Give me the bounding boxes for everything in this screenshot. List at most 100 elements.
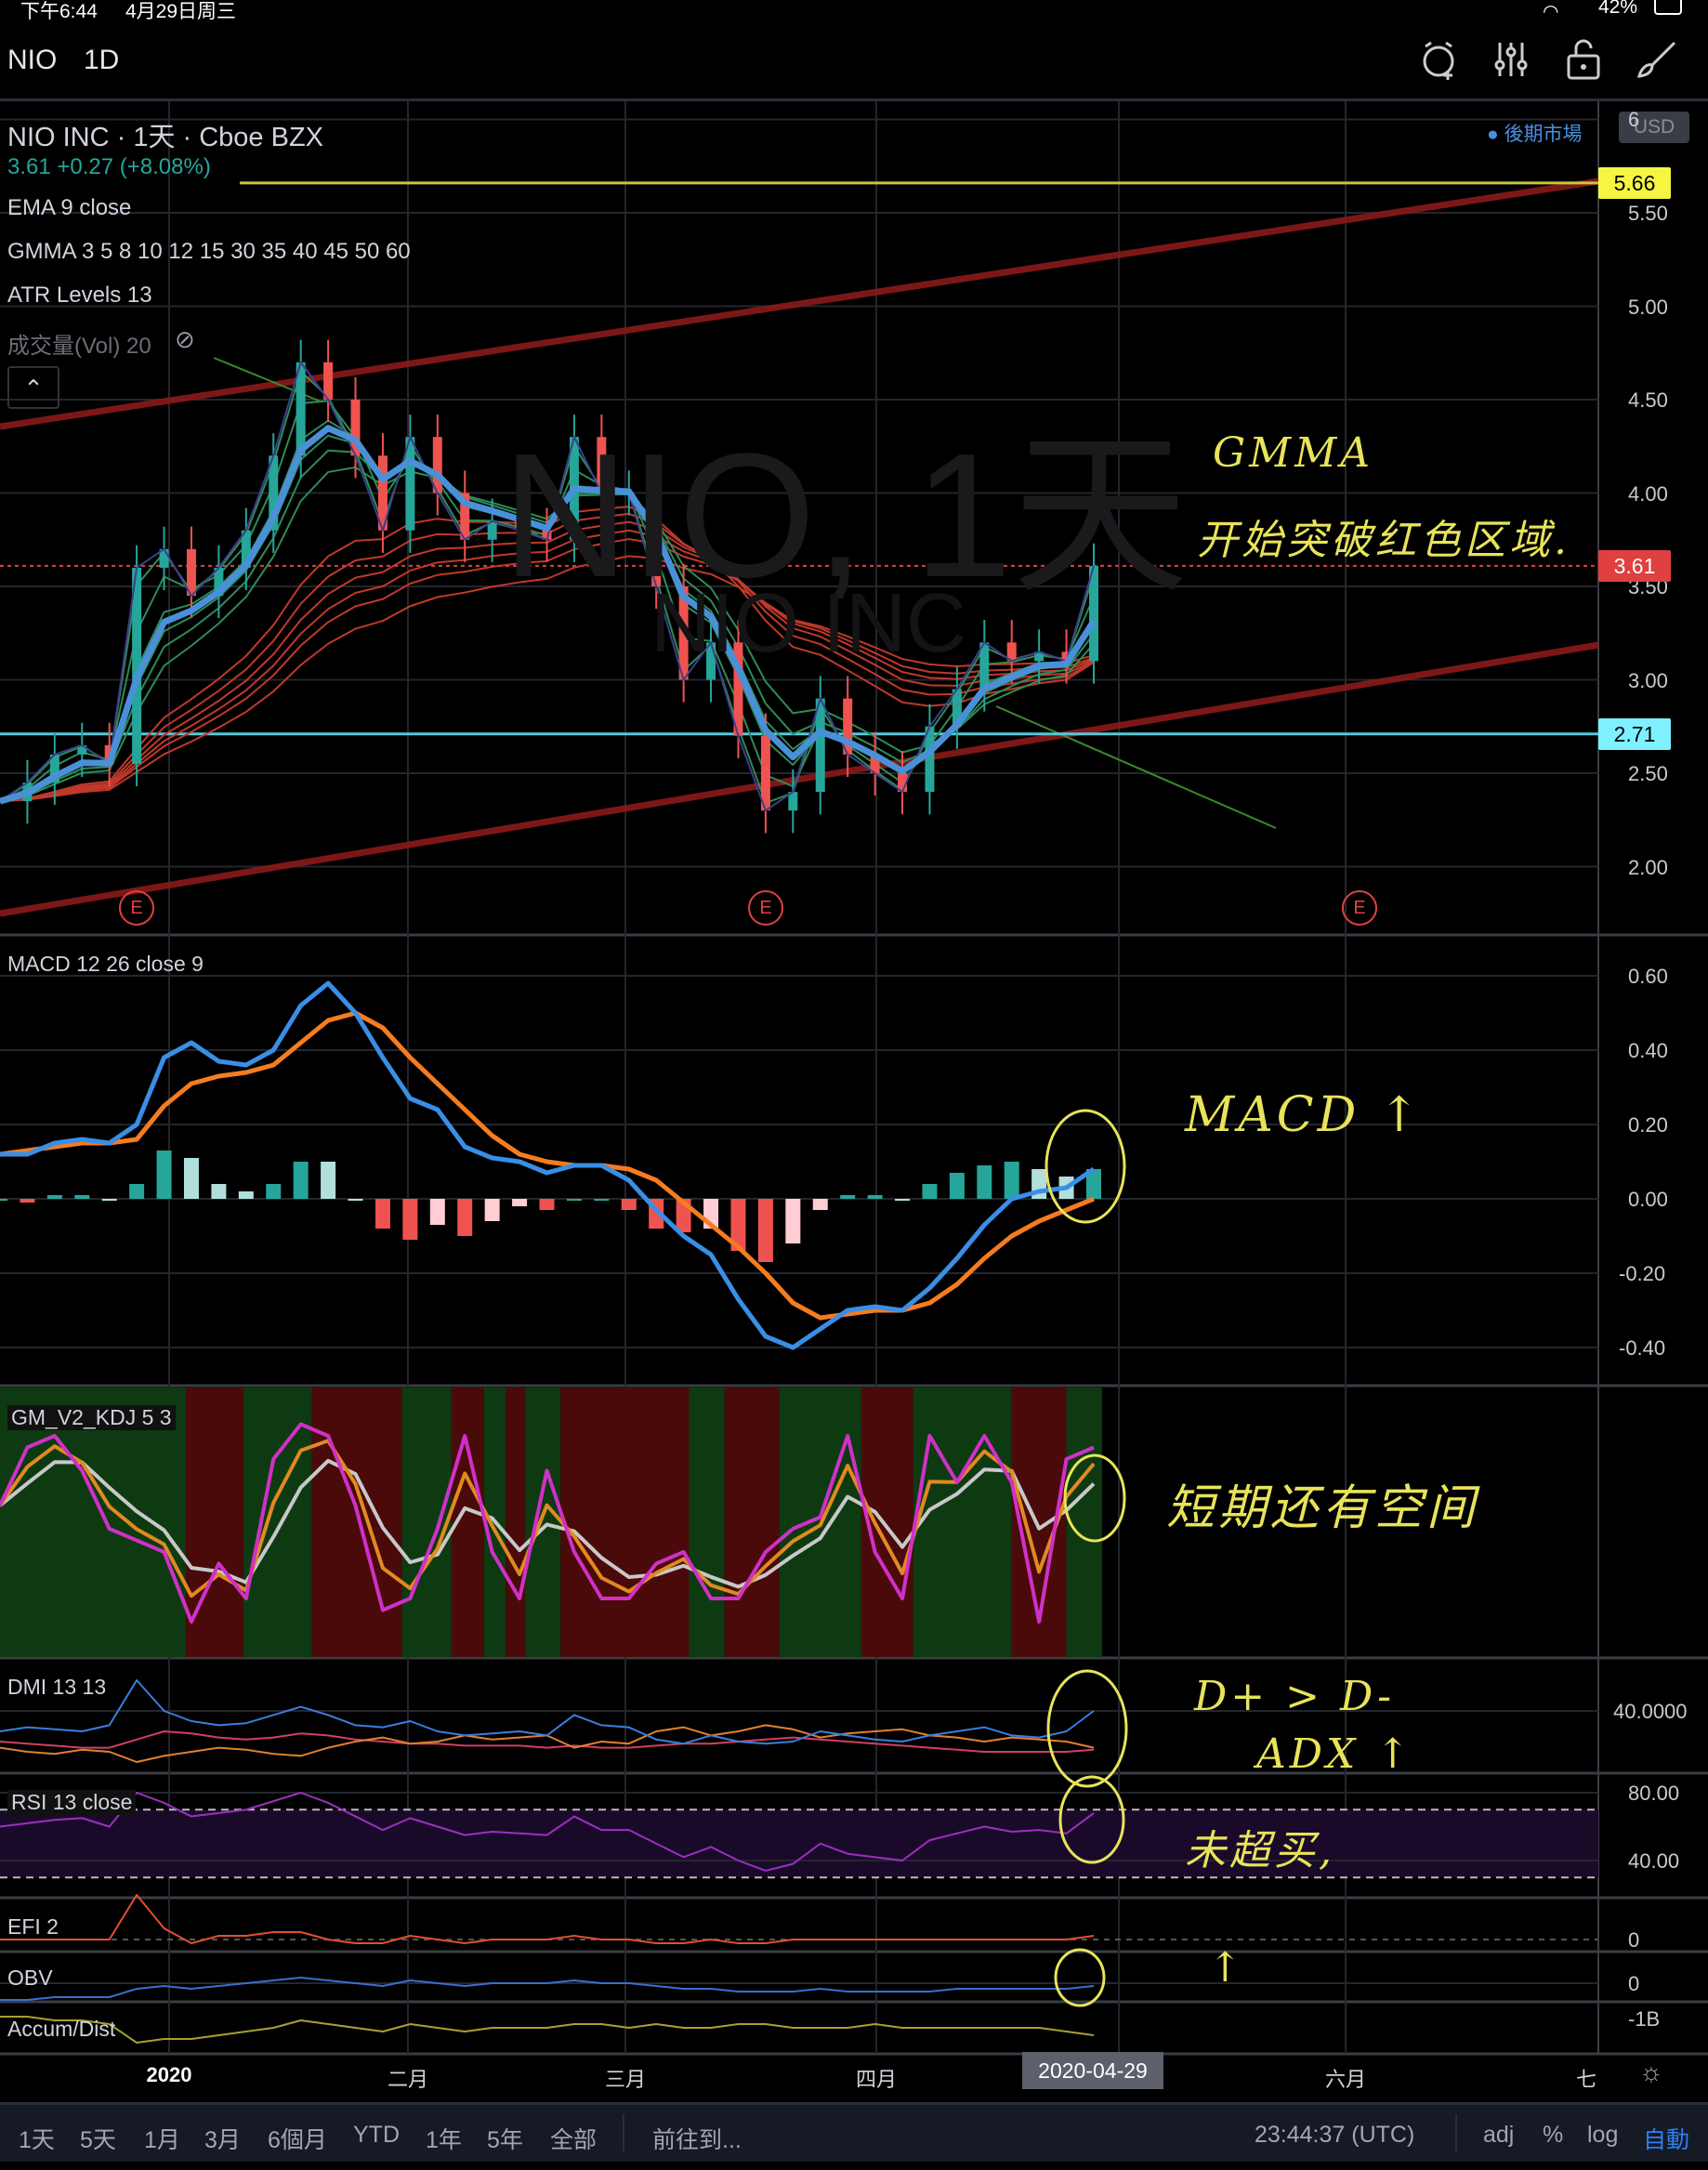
range-1m[interactable]: 1月 [144, 2122, 180, 2155]
divider [623, 2114, 624, 2151]
interval-button[interactable]: 1D [84, 45, 119, 76]
battery-icon [1654, 0, 1682, 15]
kdj-zone [913, 1387, 1012, 1657]
range-1y[interactable]: 1年 [426, 2122, 462, 2155]
efi-title[interactable]: EFI 2 [7, 1914, 59, 1940]
range-3m[interactable]: 3月 [204, 2122, 241, 2155]
auto-scale-toggle[interactable]: 自動 [1643, 2122, 1689, 2155]
resistance-price-badge: 5.66 [1598, 167, 1671, 199]
annotation-kdj-note: 短期还有空间 [1166, 1480, 1479, 1536]
macd-histogram-bar [402, 1199, 418, 1240]
brush-icon[interactable] [1634, 37, 1678, 82]
log-toggle[interactable]: log [1587, 2122, 1618, 2149]
symbol-button[interactable]: NIO [7, 45, 57, 76]
dplus-line [0, 1679, 1095, 1745]
kdj-title[interactable]: GM_V2_KDJ 5 3 [7, 1405, 176, 1430]
range-all[interactable]: 全部 [550, 2122, 597, 2155]
macd-tick: -0.20 [1619, 1262, 1666, 1285]
price-tick: 2.50 [1628, 762, 1668, 785]
macd-histogram-bar [374, 1199, 390, 1229]
obv-title[interactable]: OBV [7, 1966, 53, 1991]
utc-clock[interactable]: 23:44:37 (UTC) [1255, 2122, 1414, 2149]
macd-histogram-bar [785, 1199, 801, 1243]
macd-tick: 0.40 [1628, 1039, 1668, 1062]
macd-histogram-bar [922, 1184, 938, 1199]
rsi-band [0, 1809, 1598, 1878]
status-time: 下午6:44 [20, 1, 98, 22]
price-tick: 5.50 [1628, 202, 1668, 225]
settings-gear-icon[interactable]: ☼ [1639, 2058, 1663, 2087]
range-5y[interactable]: 5年 [487, 2122, 523, 2155]
annotation-dmi-note2: ADX ↑ [1256, 1730, 1414, 1778]
range-6m[interactable]: 6個月 [268, 2122, 327, 2155]
dmi-tick: 40.0000 [1613, 1700, 1688, 1723]
dmi-title[interactable]: DMI 13 13 [7, 1675, 106, 1700]
wifi-icon: ◠ [1543, 2, 1559, 22]
goto-date-button[interactable]: 前往到... [652, 2122, 742, 2155]
macd-histogram-bar [757, 1199, 773, 1262]
eye-hidden-icon[interactable]: ⊘ [175, 325, 195, 354]
time-tick: 七 [1575, 2068, 1597, 2091]
macd-tick: 0.00 [1628, 1188, 1668, 1211]
price-tick: 4.50 [1628, 388, 1668, 412]
kdj-zone [560, 1387, 690, 1657]
annotation-gmma-title: GMMA [1213, 429, 1374, 477]
indicator-ema[interactable]: EMA 9 close [7, 195, 131, 221]
obv-tick: 0 [1628, 1972, 1640, 1995]
earnings-marker[interactable]: E [748, 890, 783, 926]
indicators-sliders-icon[interactable] [1489, 37, 1533, 82]
indicator-atr[interactable]: ATR Levels 13 [7, 283, 152, 309]
efi-line [0, 1894, 1095, 1944]
accum-dist-tick: -1B [1628, 2007, 1661, 2031]
rsi-tick: 40.00 [1628, 1849, 1680, 1873]
earnings-marker[interactable]: E [119, 890, 154, 926]
macd-histogram-bar [429, 1199, 445, 1225]
macd-tick: -0.40 [1619, 1336, 1666, 1360]
watermark-name: NIO INC [650, 577, 967, 670]
accum-dist-line [0, 2016, 1095, 2044]
annotation-obv-note: ↑ [1208, 1944, 1246, 1992]
status-date: 4月29日周三 [125, 1, 237, 22]
price-tick: 4.00 [1628, 482, 1668, 506]
header-divider [0, 99, 1708, 101]
indicator-gmma[interactable]: GMMA 3 5 8 10 12 15 30 35 40 45 50 60 [7, 239, 411, 265]
price-tick: 6 [1628, 108, 1640, 131]
percent-toggle[interactable]: % [1543, 2122, 1563, 2149]
bottom-toolbar: 1天 5天 1月 3月 6個月 YTD 1年 5年 全部 前往到... 23:4… [0, 2102, 1708, 2162]
macd-histogram-bar [266, 1184, 282, 1199]
crosshair-date-label: 2020-04-29 [1022, 2052, 1163, 2089]
price-quote: 3.61 +0.27 (+8.08%) [7, 154, 211, 179]
lock-open-icon[interactable] [1561, 37, 1606, 82]
macd-histogram-bar [0, 1199, 7, 1201]
obv-line [0, 1977, 1095, 2001]
kdj-zone [724, 1387, 780, 1657]
macd-histogram-bar [211, 1184, 227, 1199]
macd-histogram-bar [539, 1199, 555, 1210]
time-tick: 四月 [855, 2068, 898, 2091]
range-ytd[interactable]: YTD [353, 2122, 400, 2149]
macd-histogram-bar [512, 1199, 528, 1206]
range-5d[interactable]: 5天 [80, 2122, 116, 2155]
earnings-marker[interactable]: E [1342, 890, 1377, 926]
annotation-macd-note: MACD ↑ [1185, 1087, 1424, 1143]
macd-histogram-bar [484, 1199, 500, 1221]
rsi-title[interactable]: RSI 13 close [7, 1790, 137, 1815]
macd-histogram-bar [293, 1162, 309, 1199]
macd-tick: 0.20 [1628, 1113, 1668, 1137]
chart-canvas[interactable] [0, 0, 1708, 2170]
collapse-legend-button[interactable]: ⌃ [7, 366, 59, 409]
adj-toggle[interactable]: adj [1483, 2122, 1514, 2149]
chart-title[interactable]: NIO INC · 1天 · Cboe BZX [7, 115, 323, 154]
macd-histogram-bar [183, 1158, 199, 1199]
macd-histogram-bar [812, 1199, 828, 1210]
alarm-plus-icon[interactable] [1416, 37, 1461, 82]
macd-histogram-bar [46, 1195, 62, 1199]
accum-dist-title[interactable]: Accum/Dist [7, 2017, 115, 2042]
macd-title[interactable]: MACD 12 26 close 9 [7, 952, 204, 977]
time-tick: 三月 [604, 2068, 647, 2091]
annotation-circle [1046, 1669, 1128, 1788]
range-1d[interactable]: 1天 [19, 2122, 55, 2155]
macd-histogram-bar [594, 1199, 610, 1201]
indicator-volume[interactable]: 成交量(Vol) 20 [7, 327, 151, 360]
kdj-zone [1066, 1387, 1102, 1657]
